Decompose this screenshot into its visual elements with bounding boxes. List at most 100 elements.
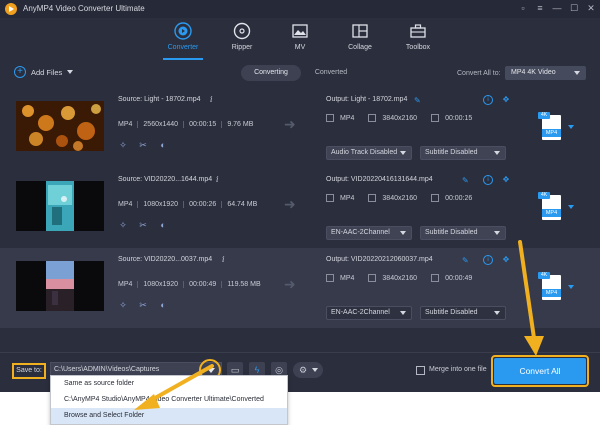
- chevron-down-icon: [494, 151, 500, 155]
- video-thumbnail[interactable]: [16, 101, 104, 151]
- output-format-value: MP4 4K Video: [511, 69, 556, 76]
- file-row-selected: Source: VID20220...0037.mp4 i MP4 1080x19…: [0, 248, 600, 328]
- badge-format: MP4: [542, 289, 561, 297]
- subtitle-select[interactable]: Subtitle Disabled: [420, 226, 506, 240]
- info-icon[interactable]: i: [222, 255, 225, 264]
- source-resolution: 1080x1920: [137, 281, 179, 288]
- enhance-icon[interactable]: ✧: [118, 140, 128, 150]
- chevron-down-icon: [494, 231, 500, 235]
- app-window: AnyMP4 Video Converter Ultimate ▫ ≡ — ☐ …: [0, 0, 600, 392]
- convert-all-button[interactable]: Convert All: [494, 358, 586, 384]
- move-icon[interactable]: ✥: [501, 255, 511, 265]
- file-row: Source: VID20220...1644.mp4 i MP4 1080x19…: [0, 168, 600, 248]
- enhance-icon[interactable]: ✧: [118, 300, 128, 310]
- title-bar: AnyMP4 Video Converter Ultimate ▫ ≡ — ☐ …: [0, 0, 600, 18]
- chevron-down-icon[interactable]: [568, 205, 574, 209]
- chevron-down-icon: [494, 311, 500, 315]
- source-size: 119.58 MB: [221, 281, 261, 288]
- chevron-down-icon[interactable]: [568, 285, 574, 289]
- merge-checkbox[interactable]: [416, 366, 425, 375]
- source-format: MP4: [118, 121, 133, 128]
- info-circle-icon[interactable]: i: [483, 175, 493, 185]
- settings-button[interactable]: ⚙: [293, 362, 323, 378]
- nav-collage-label: Collage: [348, 44, 372, 51]
- edit-pen-icon[interactable]: ✎: [414, 96, 421, 105]
- save-path-menu: Same as source folder C:\AnyMP4 Studio\A…: [50, 375, 288, 425]
- output-format: MP4: [340, 274, 355, 282]
- info-icon[interactable]: i: [210, 95, 213, 104]
- menu-item-default-folder[interactable]: C:\AnyMP4 Studio\AnyMP4 Video Converter …: [51, 392, 287, 408]
- video-thumbnail[interactable]: [16, 261, 104, 311]
- edit-pen-icon[interactable]: ✎: [462, 176, 469, 185]
- nav-converter[interactable]: Converter: [155, 22, 211, 60]
- minimize-icon[interactable]: —: [552, 2, 562, 14]
- menu-icon[interactable]: ≡: [535, 2, 545, 14]
- edit-pen-icon[interactable]: ✎: [462, 256, 469, 265]
- move-icon[interactable]: ✥: [501, 175, 511, 185]
- nav-converter-label: Converter: [167, 44, 199, 51]
- info-circle-icon[interactable]: i: [483, 95, 493, 105]
- source-resolution: 2560x1440: [137, 121, 179, 128]
- row-tools: ✧ ✂ ◐: [118, 140, 168, 150]
- output-format-badge[interactable]: 4K MP4: [538, 112, 561, 140]
- badge-4k: 4K: [538, 192, 550, 199]
- nav-toolbox[interactable]: Toolbox: [390, 22, 446, 58]
- menu-item-same-as-source[interactable]: Same as source folder: [51, 376, 287, 392]
- cut-icon[interactable]: ✂: [138, 140, 148, 150]
- feedback-icon[interactable]: ▫: [518, 2, 528, 14]
- source-meta: MP4 1080x1920 00:00:49 119.58 MB: [118, 281, 261, 288]
- nav-ripper[interactable]: Ripper: [214, 22, 270, 58]
- source-meta: MP4 1080x1920 00:00:26 64.74 MB: [118, 201, 258, 208]
- add-files-label: Add Files: [31, 67, 63, 77]
- nav-mv-label: MV: [294, 44, 306, 51]
- palette-icon[interactable]: ◐: [158, 220, 168, 230]
- output-duration: 00:00:15: [445, 114, 473, 122]
- move-icon[interactable]: ✥: [501, 95, 511, 105]
- chevron-down-icon[interactable]: [568, 125, 574, 129]
- tab-converting[interactable]: Converting: [241, 65, 301, 81]
- toolbox-icon: [410, 24, 426, 38]
- cut-icon[interactable]: ✂: [138, 300, 148, 310]
- nav-toolbox-label: Toolbox: [405, 44, 431, 51]
- palette-icon[interactable]: ◐: [158, 140, 168, 150]
- thumbnail-image: [16, 261, 104, 311]
- mv-image-icon: [292, 24, 308, 38]
- audio-track-select[interactable]: EN-AAC-2Channel: [326, 306, 412, 320]
- subtitle-select[interactable]: Subtitle Disabled: [420, 146, 506, 160]
- source-filename: Source: Light - 18702.mp4: [118, 96, 201, 103]
- nav-collage[interactable]: Collage: [332, 22, 388, 58]
- gear-icon: ⚙: [299, 365, 308, 375]
- video-thumbnail[interactable]: [16, 181, 104, 231]
- tab-converted[interactable]: Converted: [303, 65, 359, 81]
- cut-icon[interactable]: ✂: [138, 220, 148, 230]
- output-format-badge[interactable]: 4K MP4: [538, 192, 561, 220]
- subtitle-value: Subtitle Disabled: [425, 149, 478, 156]
- output-meta: MP4 3840x2160 00:00:49: [326, 274, 472, 282]
- maximize-icon[interactable]: ☐: [569, 2, 579, 14]
- chevron-down-icon[interactable]: [67, 70, 74, 74]
- add-files-button[interactable]: + Add Files: [14, 66, 74, 78]
- badge-4k: 4K: [538, 272, 550, 279]
- badge-format: MP4: [542, 129, 561, 137]
- output-format-select[interactable]: MP4 4K Video: [505, 66, 586, 80]
- info-icon[interactable]: i: [216, 175, 219, 184]
- converter-icon: [174, 22, 192, 40]
- clock-icon: [431, 274, 440, 282]
- menu-item-browse-folder[interactable]: Browse and Select Folder: [51, 408, 287, 424]
- enhance-icon[interactable]: ✧: [118, 220, 128, 230]
- info-circle-icon[interactable]: i: [483, 255, 493, 265]
- subtitle-select[interactable]: Subtitle Disabled: [420, 306, 506, 320]
- output-format-badge[interactable]: 4K MP4: [538, 272, 561, 300]
- audio-track-value: EN-AAC-2Channel: [331, 229, 390, 236]
- palette-icon[interactable]: ◐: [158, 300, 168, 310]
- audio-track-select[interactable]: EN-AAC-2Channel: [326, 226, 412, 240]
- source-resolution: 1080x1920: [137, 201, 179, 208]
- nav-mv[interactable]: MV: [272, 22, 328, 58]
- source-filename: Source: VID20220...1644.mp4: [118, 176, 213, 183]
- close-icon[interactable]: ✕: [586, 2, 596, 14]
- merge-label: Merge into one file: [429, 366, 487, 373]
- audio-track-value: EN-AAC-2Channel: [331, 309, 390, 316]
- chevron-down-icon: [207, 368, 215, 373]
- source-meta: MP4 2560x1440 00:00:15 9.76 MB: [118, 121, 254, 128]
- audio-track-select[interactable]: Audio Track Disabled: [326, 146, 412, 160]
